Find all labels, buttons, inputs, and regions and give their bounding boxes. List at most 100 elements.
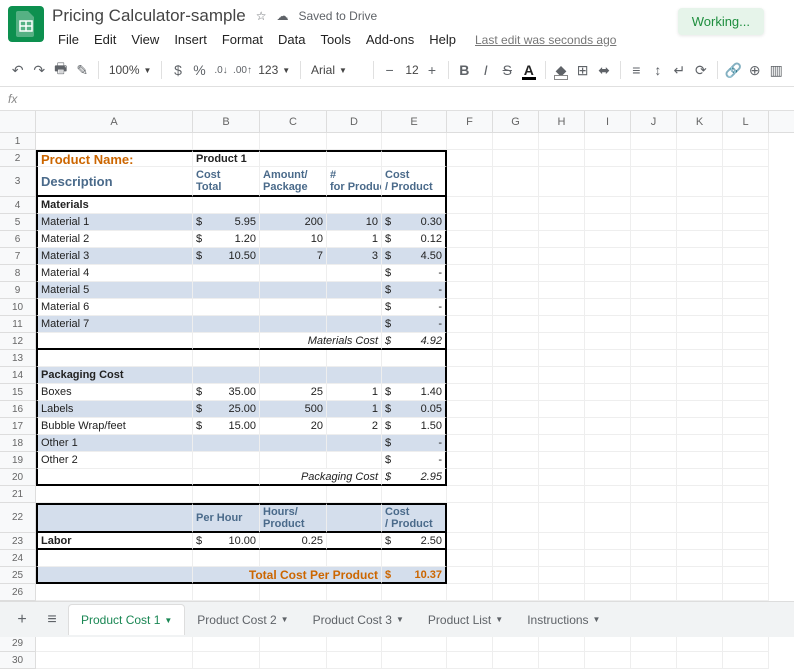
redo-button[interactable]: ↷ [30,58,50,82]
cell[interactable]: $15.00 [193,418,260,435]
font-select[interactable]: Arial ▼ [307,61,367,79]
cell[interactable] [585,316,631,333]
row-header-2[interactable]: 2 [0,150,36,167]
cell[interactable] [493,635,539,652]
cell[interactable] [447,635,493,652]
cell[interactable] [539,550,585,567]
cell[interactable] [447,133,493,150]
row-header-3[interactable]: 3 [0,167,36,197]
cell[interactable] [585,533,631,550]
cell[interactable]: $0.05 [382,401,447,418]
cell[interactable] [260,635,327,652]
col-header-I[interactable]: I [585,111,631,132]
cell[interactable] [677,299,723,316]
cell[interactable] [36,652,193,669]
cell[interactable] [260,316,327,333]
cell[interactable]: Boxes [36,384,193,401]
cell[interactable] [493,231,539,248]
col-header-K[interactable]: K [677,111,723,132]
cell[interactable] [585,231,631,248]
cell[interactable] [539,282,585,299]
cell[interactable] [631,533,677,550]
cell[interactable] [539,150,585,167]
cell[interactable] [677,384,723,401]
sheets-logo[interactable] [8,6,44,42]
cell[interactable] [677,486,723,503]
merge-button[interactable]: ⬌ [594,58,614,82]
cell[interactable]: $- [382,282,447,299]
cell[interactable]: Labor [36,533,193,550]
cell[interactable]: Material 2 [36,231,193,248]
cell[interactable] [631,150,677,167]
cell[interactable] [677,418,723,435]
cell[interactable] [723,231,769,248]
cell[interactable] [36,550,193,567]
row-header-4[interactable]: 4 [0,197,36,214]
add-sheet-button[interactable]: + [8,606,36,634]
cell[interactable]: 1 [327,231,382,248]
cell[interactable] [585,584,631,601]
cell[interactable] [723,167,769,197]
cell[interactable] [493,550,539,567]
cell[interactable] [723,503,769,533]
cell[interactable] [260,486,327,503]
cell[interactable] [539,469,585,486]
cell[interactable] [723,567,769,584]
cell[interactable] [493,384,539,401]
cell[interactable] [631,652,677,669]
cell[interactable] [327,350,382,367]
cell[interactable] [677,367,723,384]
cell[interactable]: 20 [260,418,327,435]
cell[interactable] [447,197,493,214]
cell[interactable] [447,452,493,469]
cell[interactable] [723,652,769,669]
cell[interactable] [493,401,539,418]
cell[interactable] [723,384,769,401]
cell[interactable] [585,401,631,418]
cell[interactable] [585,214,631,231]
cell[interactable] [193,316,260,333]
cell[interactable] [36,635,193,652]
cell[interactable] [631,316,677,333]
cell[interactable] [585,567,631,584]
row-header-5[interactable]: 5 [0,214,36,231]
row-header-23[interactable]: 23 [0,533,36,550]
cell[interactable] [493,584,539,601]
cell[interactable] [539,316,585,333]
row-header-21[interactable]: 21 [0,486,36,503]
row-header-18[interactable]: 18 [0,435,36,452]
cell[interactable] [539,435,585,452]
cell[interactable] [493,435,539,452]
cell[interactable] [193,133,260,150]
cell[interactable] [447,486,493,503]
cell[interactable]: $- [382,435,447,452]
cell[interactable] [36,350,193,367]
row-header-14[interactable]: 14 [0,367,36,384]
cell[interactable] [260,299,327,316]
sheet-tab[interactable]: Product List ▼ [416,604,515,635]
cell[interactable] [539,384,585,401]
cell[interactable]: 500 [260,401,327,418]
cell[interactable] [447,533,493,550]
zoom-select[interactable]: 100% ▼ [105,61,156,79]
cell[interactable] [723,486,769,503]
cell[interactable]: $0.12 [382,231,447,248]
cell[interactable] [493,652,539,669]
cell[interactable] [447,550,493,567]
cell[interactable] [631,486,677,503]
cell[interactable]: $4.92 [382,333,447,350]
row-header-22[interactable]: 22 [0,503,36,533]
cell[interactable]: CostTotal [193,167,260,197]
col-header-C[interactable]: C [260,111,327,132]
cell[interactable] [382,350,447,367]
cell[interactable] [327,299,382,316]
cell[interactable] [585,299,631,316]
cell[interactable] [539,197,585,214]
cell[interactable] [723,150,769,167]
cell[interactable] [631,299,677,316]
cell[interactable]: 2 [327,418,382,435]
cell[interactable] [539,486,585,503]
row-header-12[interactable]: 12 [0,333,36,350]
h-align-button[interactable]: ≡ [627,58,647,82]
cell[interactable] [677,469,723,486]
